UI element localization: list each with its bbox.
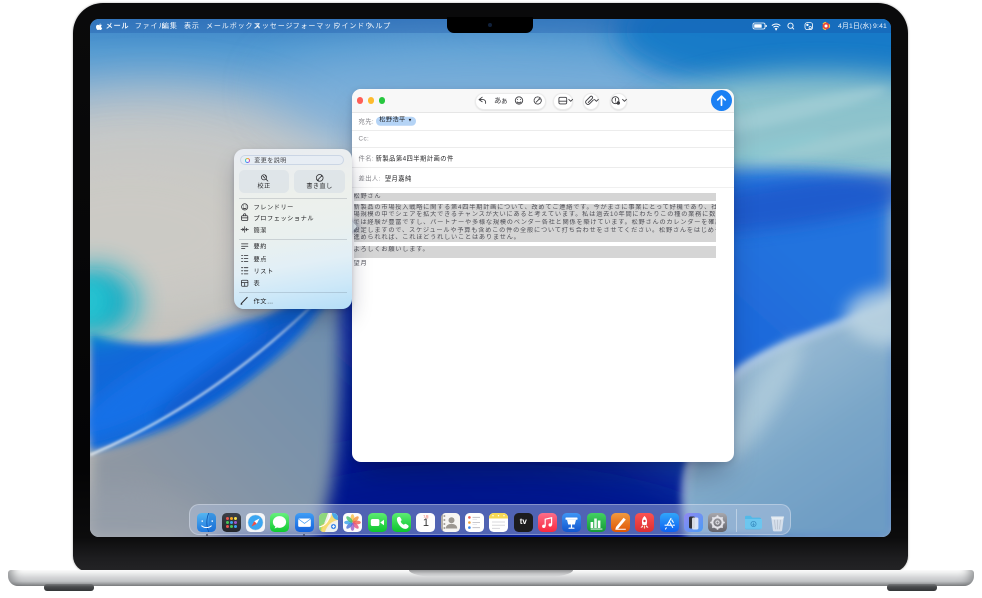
svg-text:あぁ: あぁ [494,96,507,105]
